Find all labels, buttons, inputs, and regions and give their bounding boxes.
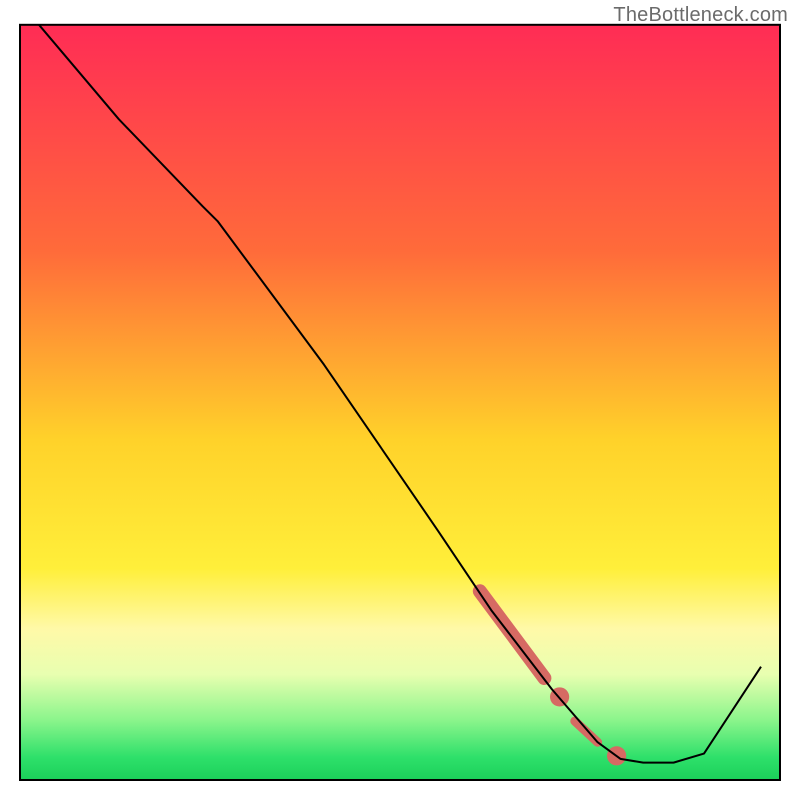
gradient-background [20,25,780,780]
watermark-text: TheBottleneck.com [613,4,788,27]
chart-container: TheBottleneck.com [0,0,800,800]
bottleneck-chart [0,0,800,800]
